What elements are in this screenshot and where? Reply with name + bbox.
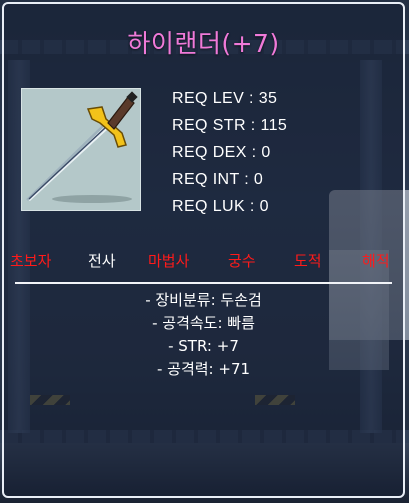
job-pirate: 해적 bbox=[362, 252, 390, 270]
job-warrior: 전사 bbox=[88, 252, 116, 270]
divider bbox=[15, 282, 392, 284]
req-dex: REQ DEX : 0 bbox=[172, 144, 271, 161]
job-magician: 마법사 bbox=[148, 252, 190, 270]
job-thief: 도적 bbox=[294, 252, 322, 270]
req-str: REQ STR : 115 bbox=[172, 117, 288, 134]
req-luk: REQ LUK : 0 bbox=[172, 198, 269, 215]
job-list: 초보자 전사 마법사 궁수 도적 해적 bbox=[4, 250, 403, 270]
property-attack-speed: - 공격속도: 빠름 bbox=[152, 314, 255, 332]
property-str-bonus: - STR: +7 bbox=[168, 337, 239, 355]
property-category: - 장비분류: 두손검 bbox=[145, 291, 262, 309]
req-level: REQ LEV : 35 bbox=[172, 90, 278, 107]
item-properties: - 장비분류: 두손검 - 공격속도: 빠름 - STR: +7 - 공격력: … bbox=[4, 290, 403, 382]
requirements-list: REQ LEV : 35 REQ STR : 115 REQ DEX : 0 R… bbox=[172, 88, 287, 223]
property-attack-power: - 공격력: +71 bbox=[156, 360, 251, 378]
item-tooltip: 하이랜더(+7) REQ LEV : 35 REQ STR : 115 REQ … bbox=[2, 2, 405, 498]
req-int: REQ INT : 0 bbox=[172, 171, 264, 188]
job-bowman: 궁수 bbox=[228, 252, 256, 270]
two-handed-sword-icon bbox=[26, 91, 138, 203]
item-name: 하이랜더(+7) bbox=[127, 29, 280, 58]
job-beginner: 초보자 bbox=[10, 252, 52, 270]
item-icon-frame bbox=[21, 88, 141, 211]
